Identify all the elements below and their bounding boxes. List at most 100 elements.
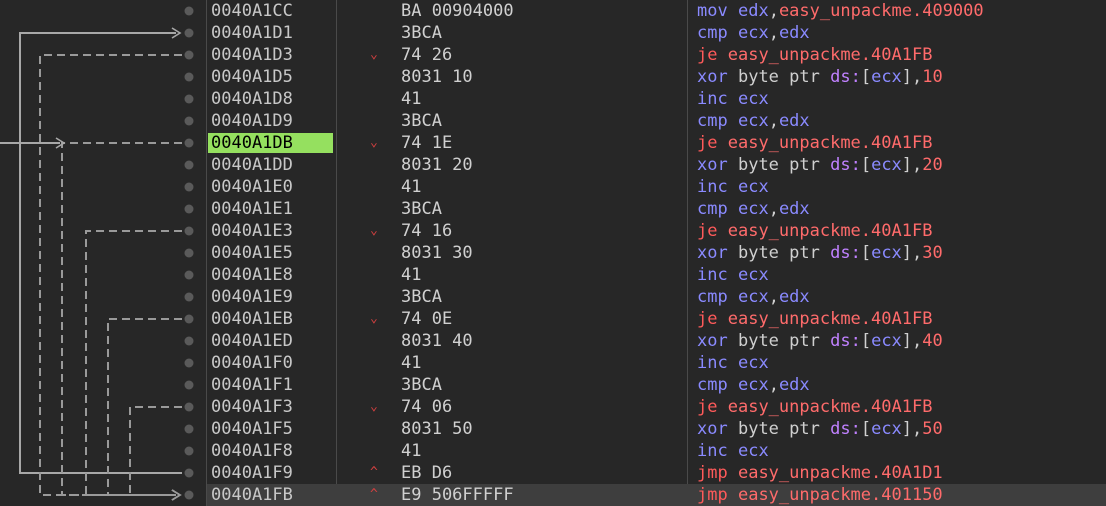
instruction-row[interactable]: 0040A1F1 3BCA cmp ecx,edx (207, 374, 1106, 396)
instruction-row[interactable]: 0040A1D9 3BCA cmp ecx,edx (207, 110, 1106, 132)
jump-arrow-line (129, 406, 182, 496)
operand-space (728, 67, 738, 87)
bracket: ], (901, 67, 923, 87)
operand-space (728, 485, 738, 505)
disassembly-view[interactable]: 0040A1CC BA 00904000 mov edx,easy_unpackme… (0, 0, 1106, 506)
instruction-mnemonic: jmp (697, 463, 728, 483)
instruction-mnemonic: xor (697, 243, 728, 263)
instruction-row[interactable]: 0040A1F3 ⌄ 74 06 je easy_unpackme.40A1FB (207, 396, 1106, 418)
register-operand: edx (778, 111, 810, 131)
immediate-value: 20 (922, 155, 943, 175)
instruction-mnemonic: xor (697, 419, 728, 439)
register-operand: ecx (737, 177, 769, 197)
jump-arrow-line (19, 32, 182, 474)
instruction-address: 0040A1E9 (211, 287, 293, 307)
operand-space (728, 353, 738, 373)
instruction-row[interactable]: 0040A1ED 8031 40 xor byte ptr ds:[ecx],40 (207, 330, 1106, 352)
instruction-text: je easy_unpackme.40A1FB (697, 44, 932, 66)
operand-size: byte ptr (737, 67, 820, 87)
instruction-mnemonic: cmp (697, 23, 728, 43)
instruction-address: 0040A1DB (208, 133, 333, 153)
operand-separator: , (768, 111, 779, 131)
instruction-row[interactable]: 0040A1DB ⌄ 74 1E je easy_unpackme.40A1FB (207, 132, 1106, 154)
instruction-row[interactable]: 0040A1F8 41 inc ecx (207, 440, 1106, 462)
jump-down-icon: ⌄ (370, 311, 378, 326)
instruction-bytes: 3BCA (401, 199, 442, 219)
instruction-row[interactable]: 0040A1E0 41 inc ecx (207, 176, 1106, 198)
bracket: [ (860, 155, 872, 175)
breakpoint-dot-icon (184, 28, 194, 38)
instruction-text: jmp easy_unpackme.40A1D1 (697, 462, 943, 484)
instruction-row[interactable]: 0040A1FB ^ E9 506FFFFF jmp easy_unpackme.40… (207, 484, 1106, 506)
instruction-mnemonic: inc (697, 265, 728, 285)
instruction-row[interactable]: 0040A1DD 8031 20 xor byte ptr ds:[ecx],20 (207, 154, 1106, 176)
register-operand: edx (778, 287, 810, 307)
instruction-mnemonic: xor (697, 155, 728, 175)
jump-arrows (0, 6, 194, 501)
instruction-bytes: 41 (401, 89, 422, 109)
instruction-row[interactable]: 0040A1E9 3BCA cmp ecx,edx (207, 286, 1106, 308)
instruction-bytes: 74 26 (401, 45, 453, 65)
register-operand: ecx (737, 111, 769, 131)
bracket: ], (901, 419, 923, 439)
instruction-row[interactable]: 0040A1E5 8031 30 xor byte ptr ds:[ecx],30 (207, 242, 1106, 264)
jump-up-icon: ^ (370, 465, 378, 480)
segment-register: ds: (830, 155, 861, 175)
instruction-row[interactable]: 0040A1F5 8031 50 xor byte ptr ds:[ecx],50 (207, 418, 1106, 440)
breakpoint-dot-icon (184, 314, 194, 324)
bracket: ], (901, 243, 923, 263)
instruction-row[interactable]: 0040A1F9 ^ EB D6 jmp easy_unpackme.40A1D1 (207, 462, 1106, 484)
operand-separator (820, 419, 830, 439)
breakpoint-dot-icon (184, 402, 194, 412)
instruction-row[interactable]: 0040A1E3 ⌄ 74 16 je easy_unpackme.40A1FB (207, 220, 1106, 242)
instruction-bytes: 8031 10 (401, 67, 473, 87)
breakpoint-dot-icon (184, 358, 194, 368)
jump-target: easy_unpackme.40A1FB (727, 133, 933, 153)
instruction-text: inc ecx (697, 352, 769, 374)
instruction-mnemonic: je (697, 397, 718, 417)
operand-separator: , (768, 23, 779, 43)
instruction-row[interactable]: 0040A1D5 8031 10 xor byte ptr ds:[ecx],10 (207, 66, 1106, 88)
register-operand: ecx (737, 89, 769, 109)
instruction-address: 0040A1E8 (211, 265, 293, 285)
instruction-mnemonic: inc (697, 89, 728, 109)
instruction-text: xor byte ptr ds:[ecx],10 (697, 66, 943, 88)
breakpoint-dot-icon (184, 138, 194, 148)
instruction-mnemonic: inc (697, 441, 728, 461)
instruction-bytes: 3BCA (401, 287, 442, 307)
instruction-bytes: 41 (401, 265, 422, 285)
instruction-address: 0040A1CC (211, 1, 293, 21)
register-operand: edx (778, 23, 810, 43)
segment-register: ds: (830, 67, 861, 87)
instruction-text: je easy_unpackme.40A1FB (697, 396, 932, 418)
instruction-row[interactable]: 0040A1EB ⌄ 74 0E je easy_unpackme.40A1FB (207, 308, 1106, 330)
instruction-bytes: 8031 20 (401, 155, 473, 175)
instruction-address: 0040A1F8 (211, 441, 293, 461)
operand-space (728, 89, 738, 109)
instruction-address: 0040A1DD (211, 155, 293, 175)
instruction-address: 0040A1FB (211, 485, 293, 505)
instruction-mnemonic: jmp (697, 485, 728, 505)
instruction-bytes: E9 506FFFFF (401, 485, 514, 505)
instruction-row[interactable]: 0040A1D1 3BCA cmp ecx,edx (207, 22, 1106, 44)
operand-size: byte ptr (737, 419, 820, 439)
instruction-address: 0040A1D3 (211, 45, 293, 65)
instruction-bytes: 74 06 (401, 397, 453, 417)
operand-space (728, 1, 738, 21)
instruction-address: 0040A1F1 (211, 375, 293, 395)
breakpoint-dot-icon (184, 204, 194, 214)
instruction-text: cmp ecx,edx (697, 198, 810, 220)
instruction-row[interactable]: 0040A1F0 41 inc ecx (207, 352, 1106, 374)
breakpoint-dot-icon (184, 292, 194, 302)
instruction-row[interactable]: 0040A1CC BA 00904000 mov edx,easy_unpackme… (207, 0, 1106, 22)
instruction-row[interactable]: 0040A1E8 41 inc ecx (207, 264, 1106, 286)
instruction-row[interactable]: 0040A1E1 3BCA cmp ecx,edx (207, 198, 1106, 220)
breakpoint-dot-icon (184, 226, 194, 236)
operand-space (717, 309, 727, 329)
register-operand: ecx (737, 441, 769, 461)
instruction-row[interactable]: 0040A1D8 41 inc ecx (207, 88, 1106, 110)
register-operand: ecx (737, 353, 769, 373)
operand-space (728, 463, 738, 483)
instruction-row[interactable]: 0040A1D3 ⌄ 74 26 je easy_unpackme.40A1FB (207, 44, 1106, 66)
instruction-bytes: 3BCA (401, 23, 442, 43)
